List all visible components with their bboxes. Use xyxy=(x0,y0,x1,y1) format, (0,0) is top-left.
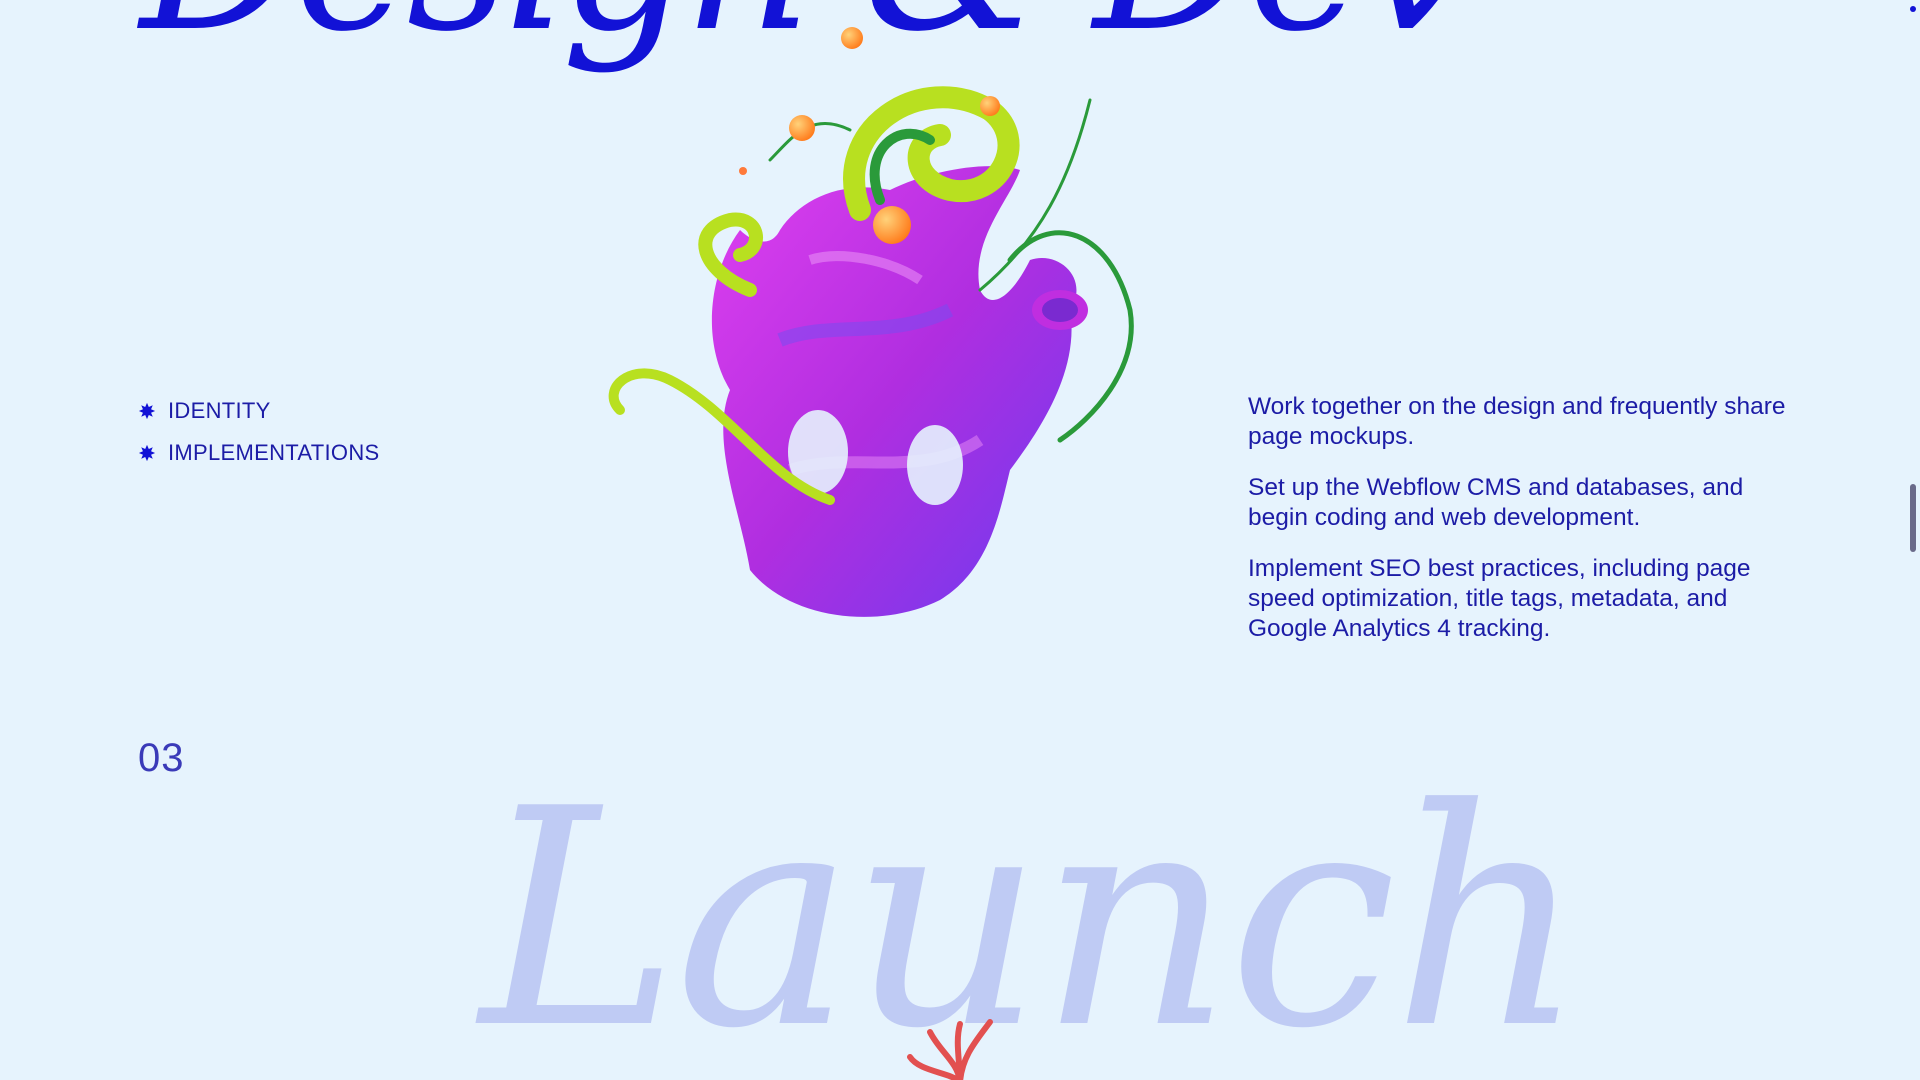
services-list: IDENTITY IMPLEMENTATIONS xyxy=(138,390,379,474)
page: Design & Dev xyxy=(0,0,1920,1080)
starburst-bullet-icon xyxy=(138,402,156,420)
list-item-label: IMPLEMENTATIONS xyxy=(168,440,380,465)
sculpture-illustration xyxy=(608,27,1134,617)
description-paragraph: Implement SEO best practices, including … xyxy=(1248,555,1751,642)
section-title-launch: Launch xyxy=(480,745,1586,1080)
list-item-identity: IDENTITY xyxy=(138,390,379,432)
description-paragraph: Work together on the design and frequent… xyxy=(1248,393,1786,450)
list-item-implementations: IMPLEMENTATIONS xyxy=(138,432,379,474)
starburst-bullet-icon xyxy=(138,444,156,462)
service-description: Work together on the design and frequent… xyxy=(1248,392,1808,665)
list-item-label: IDENTITY xyxy=(168,398,271,423)
corner-dot xyxy=(1910,6,1916,12)
step-number: 03 xyxy=(138,736,185,780)
description-paragraph: Set up the Webflow CMS and databases, an… xyxy=(1248,474,1744,531)
scrollbar-thumb[interactable] xyxy=(1910,484,1916,552)
coral-illustration xyxy=(907,1019,993,1080)
